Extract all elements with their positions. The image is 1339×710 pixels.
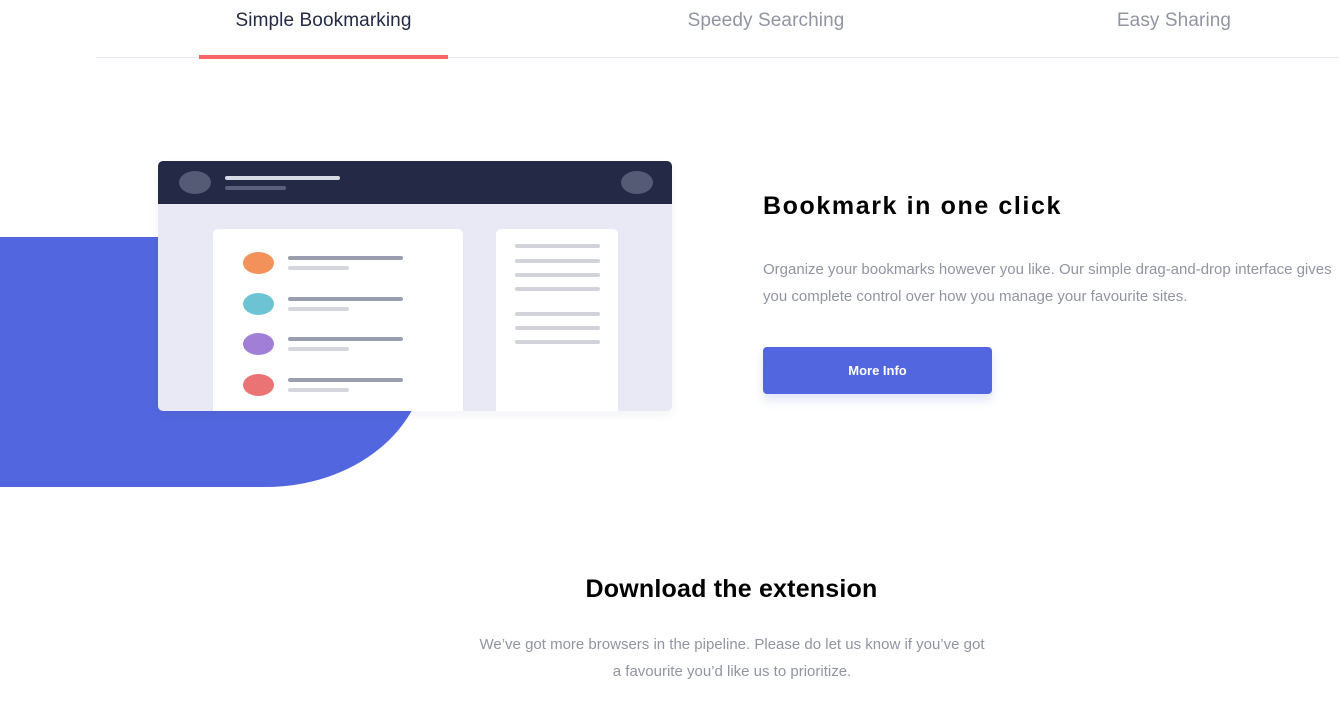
bookmark-line (288, 337, 403, 341)
side-panel-line (515, 312, 600, 316)
tab-simple-bookmarking[interactable]: Simple Bookmarking (199, 0, 448, 59)
tab-easy-sharing[interactable]: Easy Sharing (1024, 0, 1324, 58)
illustration-subtitle-line (225, 186, 286, 190)
side-panel-line (515, 340, 600, 344)
tab-speedy-searching[interactable]: Speedy Searching (616, 0, 916, 58)
bookmark-line (288, 297, 403, 301)
download-section-title: Download the extension (585, 575, 878, 603)
download-section-description: We’ve got more browsers in the pipeline.… (479, 636, 985, 680)
bookmark-subline (288, 388, 349, 392)
bookmark-dot-icon (243, 252, 274, 274)
side-panel-line (515, 287, 600, 291)
feature-description: Organize your bookmarks however you like… (763, 261, 1332, 305)
feature-title: Bookmark in one click (763, 192, 1062, 220)
illustration-side-panel (496, 229, 618, 411)
bookmark-dot-icon (243, 333, 274, 355)
bookmark-subline (288, 307, 349, 311)
active-tab-indicator (199, 55, 448, 59)
side-panel-line (515, 244, 600, 248)
side-panel-line (515, 273, 600, 277)
bookmark-dot-icon (243, 374, 274, 396)
illustration-menu-icon (621, 171, 653, 194)
bookmark-subline (288, 347, 349, 351)
tab-label: Easy Sharing (1116, 10, 1232, 31)
illustration-title-line (225, 176, 340, 180)
side-panel-line (515, 326, 600, 330)
illustration-header-bar (158, 161, 672, 204)
bookmark-subline (288, 266, 349, 270)
tab-label: Simple Bookmarking (235, 10, 412, 31)
more-info-button[interactable]: More Info (763, 347, 992, 394)
bookmark-dot-icon (243, 293, 274, 315)
bookmark-line (288, 256, 403, 260)
bookmark-illustration (158, 161, 672, 411)
tab-label: Speedy Searching (687, 10, 845, 31)
bookmark-line (288, 378, 403, 382)
features-page: Simple Bookmarking Speedy Searching Easy… (0, 0, 1339, 710)
illustration-avatar-icon (179, 171, 211, 194)
side-panel-line (515, 259, 600, 263)
illustration-bookmark-list (213, 229, 463, 411)
feature-tabs: Simple Bookmarking Speedy Searching Easy… (96, 0, 1339, 59)
